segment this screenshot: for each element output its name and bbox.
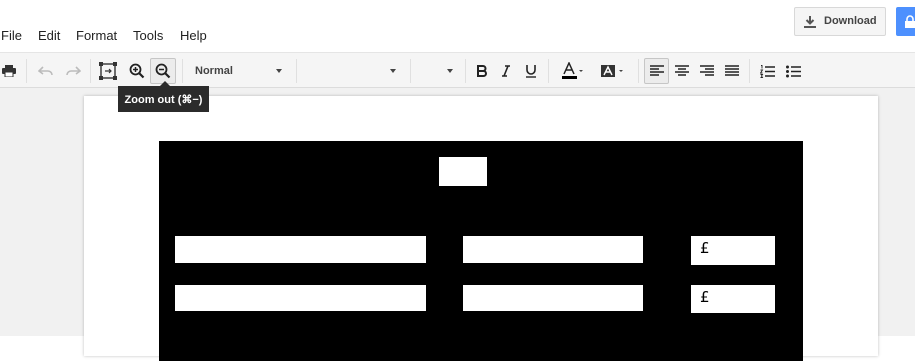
italic-button[interactable] (496, 58, 516, 84)
toolbar-separator (465, 59, 466, 83)
print-button[interactable] (0, 58, 18, 84)
currency-symbol: £ (700, 239, 710, 257)
underline-button[interactable] (521, 58, 541, 84)
form-title-field[interactable] (439, 157, 487, 186)
download-button[interactable]: Download (794, 7, 886, 36)
download-label: Download (824, 15, 877, 27)
document-page[interactable]: £ £ (84, 96, 878, 361)
paragraph-style-value: Normal (195, 65, 233, 77)
amount-field[interactable]: £ (691, 236, 775, 265)
undo-icon (38, 66, 53, 76)
form-field[interactable] (463, 285, 643, 311)
font-family-dropdown[interactable] (300, 58, 405, 84)
toolbar-separator (182, 59, 183, 83)
text-color-icon (562, 62, 583, 79)
currency-symbol: £ (700, 288, 710, 306)
zoom-out-icon (155, 63, 171, 79)
font-size-dropdown[interactable] (414, 58, 459, 84)
share-button[interactable] (896, 7, 915, 36)
document-canvas: £ £ (0, 88, 915, 361)
chevron-down-icon (447, 69, 453, 73)
align-right-button[interactable] (695, 58, 719, 84)
menu-file[interactable]: File (1, 27, 22, 45)
amount-field[interactable]: £ (691, 285, 775, 313)
highlight-color-button[interactable] (596, 58, 630, 84)
bold-icon (477, 65, 487, 77)
toolbar-separator (638, 59, 639, 83)
bulleted-list-button[interactable] (782, 58, 804, 84)
zoom-in-icon (129, 63, 145, 79)
menu-format[interactable]: Format (76, 27, 117, 45)
align-left-button[interactable] (644, 58, 669, 84)
menu-edit[interactable]: Edit (38, 27, 60, 45)
download-icon (804, 16, 816, 28)
zoom-out-tooltip: Zoom out (⌘−) (118, 81, 209, 112)
numbered-list-icon (759, 64, 775, 78)
print-icon (2, 65, 16, 77)
chevron-down-icon (390, 69, 396, 73)
numbered-list-button[interactable] (756, 58, 778, 84)
toolbar-separator (410, 59, 411, 83)
align-right-icon (700, 65, 714, 76)
justify-icon (725, 65, 739, 76)
chevron-down-icon (276, 69, 282, 73)
redo-icon (66, 66, 81, 76)
toolbar-separator (26, 59, 27, 83)
text-color-button[interactable] (555, 58, 589, 84)
fit-page-icon (99, 62, 117, 80)
form-field[interactable] (175, 285, 426, 311)
paragraph-style-dropdown[interactable]: Normal (190, 58, 290, 84)
align-center-icon (675, 65, 689, 76)
undo-button[interactable] (35, 58, 57, 84)
highlight-color-icon (601, 65, 623, 77)
align-center-button[interactable] (670, 58, 694, 84)
italic-icon (502, 65, 510, 77)
underline-icon (526, 65, 536, 78)
toolbar-separator (548, 59, 549, 83)
title-bar: Download File Edit Format Tools Help (0, 0, 915, 50)
toolbar-separator (749, 59, 750, 83)
toolbar: Normal (0, 52, 915, 88)
toolbar-separator (296, 59, 297, 83)
form-field[interactable] (463, 236, 643, 263)
zoom-in-button[interactable] (125, 58, 149, 84)
menu-help[interactable]: Help (180, 27, 207, 45)
bold-button[interactable] (472, 58, 492, 84)
toolbar-separator (90, 59, 91, 83)
align-left-icon (649, 65, 664, 76)
justify-button[interactable] (720, 58, 744, 84)
menu-tools[interactable]: Tools (133, 27, 163, 45)
fit-page-button[interactable] (96, 58, 120, 84)
redo-button[interactable] (62, 58, 84, 84)
lock-icon (905, 15, 915, 28)
form-field[interactable] (175, 236, 426, 263)
form-block: £ £ (159, 141, 803, 361)
bulleted-list-icon (785, 65, 801, 77)
